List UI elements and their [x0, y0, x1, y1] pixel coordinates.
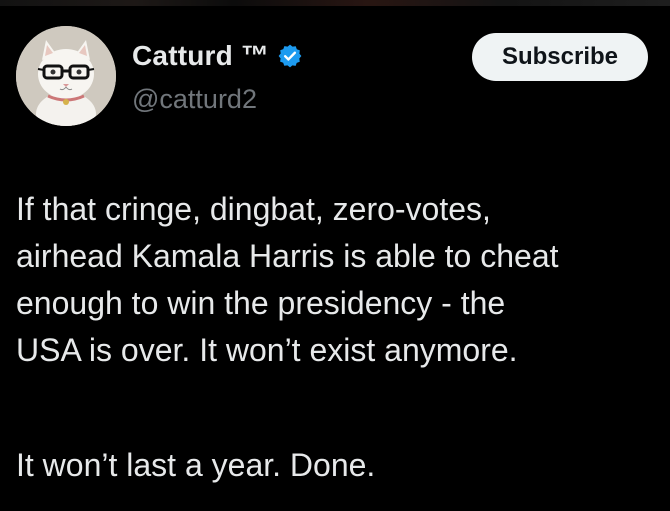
top-image-strip — [0, 0, 670, 6]
cat-avatar-icon — [16, 26, 116, 126]
author-name-row: Catturd ™ — [132, 38, 303, 74]
avatar[interactable] — [16, 26, 116, 126]
tweet-text-paragraph-2: It won’t last a year. Done. — [16, 447, 376, 483]
author-handle[interactable]: @catturd2 — [132, 84, 257, 115]
verified-badge-icon[interactable] — [277, 43, 303, 69]
author-display-name[interactable]: Catturd ™ — [132, 40, 269, 72]
subscribe-button[interactable]: Subscribe — [472, 33, 648, 81]
tweet-text-paragraph-1: If that cringe, dingbat, zero-votes, air… — [16, 191, 559, 368]
